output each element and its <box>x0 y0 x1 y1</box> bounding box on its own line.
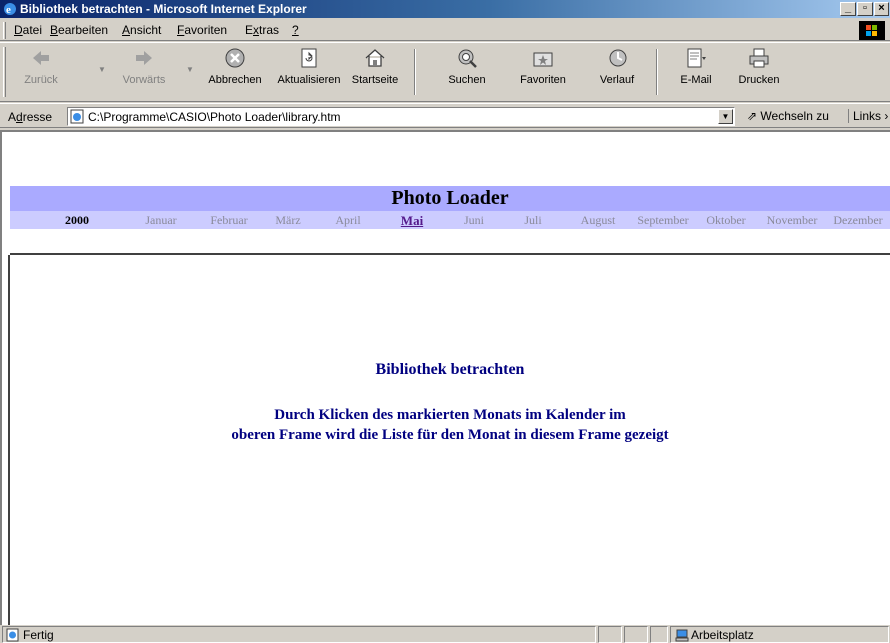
refresh-button[interactable]: Aktualisieren <box>272 47 346 99</box>
forward-arrow-icon <box>136 51 152 65</box>
zone-text: Arbeitsplatz <box>691 628 754 642</box>
computer-icon <box>675 629 689 642</box>
svg-text:e: e <box>6 4 11 16</box>
month-september: September <box>637 213 689 227</box>
ie-window: e Bibliothek betrachten - Microsoft Inte… <box>0 0 890 643</box>
menu-datei[interactable]: Datei <box>14 23 42 37</box>
month-mai-link[interactable]: Mai <box>384 213 440 229</box>
description-line-1: Durch Klicken des markierten Monats im K… <box>274 407 626 423</box>
menu-ansicht[interactable]: Ansicht <box>122 23 161 37</box>
window-title: Bibliothek betrachten - Microsoft Intern… <box>20 2 307 16</box>
address-dropdown-button[interactable]: ▼ <box>718 109 733 124</box>
menu-bar: Datei Bearbeiten Ansicht Favoriten Extra… <box>0 19 890 41</box>
minimize-button[interactable]: _ <box>840 2 856 16</box>
links-button[interactable]: Links › <box>848 109 888 123</box>
month-november: November <box>766 213 818 227</box>
toolbar-separator <box>414 49 416 95</box>
history-button[interactable]: Verlauf <box>592 47 642 99</box>
month-oktober: Oktober <box>706 213 746 227</box>
browser-content: Photo Loader 2000 Januar Februar März Ap… <box>0 130 890 627</box>
month-januar: Januar <box>145 213 177 227</box>
windows-logo-icon <box>859 21 885 40</box>
standard-toolbar: Zurück ▼ Vorwärts ▼ Abbrechen Aktualisie… <box>0 42 890 102</box>
maximize-button[interactable]: ▫ <box>857 2 873 16</box>
month-dezember: Dezember <box>833 213 883 227</box>
printer-icon <box>749 48 769 68</box>
status-pane-blank <box>650 626 668 643</box>
address-label: Adresse <box>8 110 53 124</box>
toolbar-separator <box>656 49 658 95</box>
menu-help[interactable]: ? <box>292 23 299 37</box>
month-februar: Februar <box>210 213 248 227</box>
back-dropdown-icon[interactable]: ▼ <box>98 65 106 74</box>
library-headline: Bibliothek betrachten <box>375 361 525 378</box>
status-main-pane: Fertig <box>2 626 596 643</box>
page-done-icon <box>6 628 19 642</box>
library-description: Durch Klicken des markierten Monats im K… <box>10 405 890 445</box>
status-text: Fertig <box>23 628 54 642</box>
forward-button[interactable]: Vorwärts <box>114 47 174 99</box>
address-bar: Adresse C:\Programme\CASIO\Photo Loader\… <box>0 103 890 128</box>
calendar-frame: Photo Loader 2000 Januar Februar März Ap… <box>10 132 890 255</box>
app-title-banner: Photo Loader <box>10 186 890 211</box>
status-pane-secure <box>624 626 648 643</box>
close-button[interactable]: × <box>874 2 889 16</box>
month-april: April <box>335 213 361 227</box>
menu-grip <box>3 22 6 39</box>
history-icon <box>609 49 627 67</box>
back-button[interactable]: Zurück <box>16 47 66 99</box>
year-label: 2000 <box>65 213 89 227</box>
month-row: 2000 Januar Februar März April Mai Juni … <box>10 211 890 229</box>
forward-dropdown-icon[interactable]: ▼ <box>186 65 194 74</box>
stop-icon <box>225 48 245 68</box>
back-arrow-icon <box>33 51 49 65</box>
address-url[interactable]: C:\Programme\CASIO\Photo Loader\library.… <box>88 110 341 124</box>
ie-logo-icon: e <box>4 3 16 16</box>
library-frame: Bibliothek betrachten Durch Klicken des … <box>10 257 890 625</box>
address-input[interactable]: C:\Programme\CASIO\Photo Loader\library.… <box>67 107 735 126</box>
menu-extras[interactable]: Extras <box>245 23 279 37</box>
go-arrow-icon: ⇗ <box>747 109 758 123</box>
status-zone-pane: Arbeitsplatz <box>670 626 889 643</box>
favorites-folder-icon <box>533 52 553 67</box>
month-maerz: März <box>275 213 301 227</box>
month-juni: Juni <box>463 213 484 227</box>
home-button[interactable]: Startseite <box>346 47 404 99</box>
description-line-2: oberen Frame wird die Liste für den Mona… <box>231 427 669 443</box>
month-juli: Juli <box>524 213 542 227</box>
home-icon <box>365 49 385 67</box>
status-pane-progress <box>598 626 622 643</box>
month-august: August <box>580 213 616 227</box>
toolbar-grip <box>3 47 6 97</box>
search-button[interactable]: Suchen <box>442 47 492 99</box>
title-bar[interactable]: e Bibliothek betrachten - Microsoft Inte… <box>0 0 890 18</box>
refresh-icon <box>301 48 317 68</box>
menu-favoriten[interactable]: Favoriten <box>177 23 227 37</box>
page-ie-icon <box>70 109 84 124</box>
search-globe-icon <box>458 49 477 68</box>
menu-bearbeiten[interactable]: Bearbeiten <box>50 23 108 37</box>
mail-icon <box>687 48 706 68</box>
print-button[interactable]: Drucken <box>734 47 784 99</box>
mail-button[interactable]: E-Mail <box>674 47 718 99</box>
stop-button[interactable]: Abbrechen <box>204 47 266 99</box>
status-bar: Fertig Arbeitsplatz <box>0 625 890 643</box>
favorites-button[interactable]: Favoriten <box>512 47 574 99</box>
go-button[interactable]: ⇗ Wechseln zu <box>747 109 829 123</box>
